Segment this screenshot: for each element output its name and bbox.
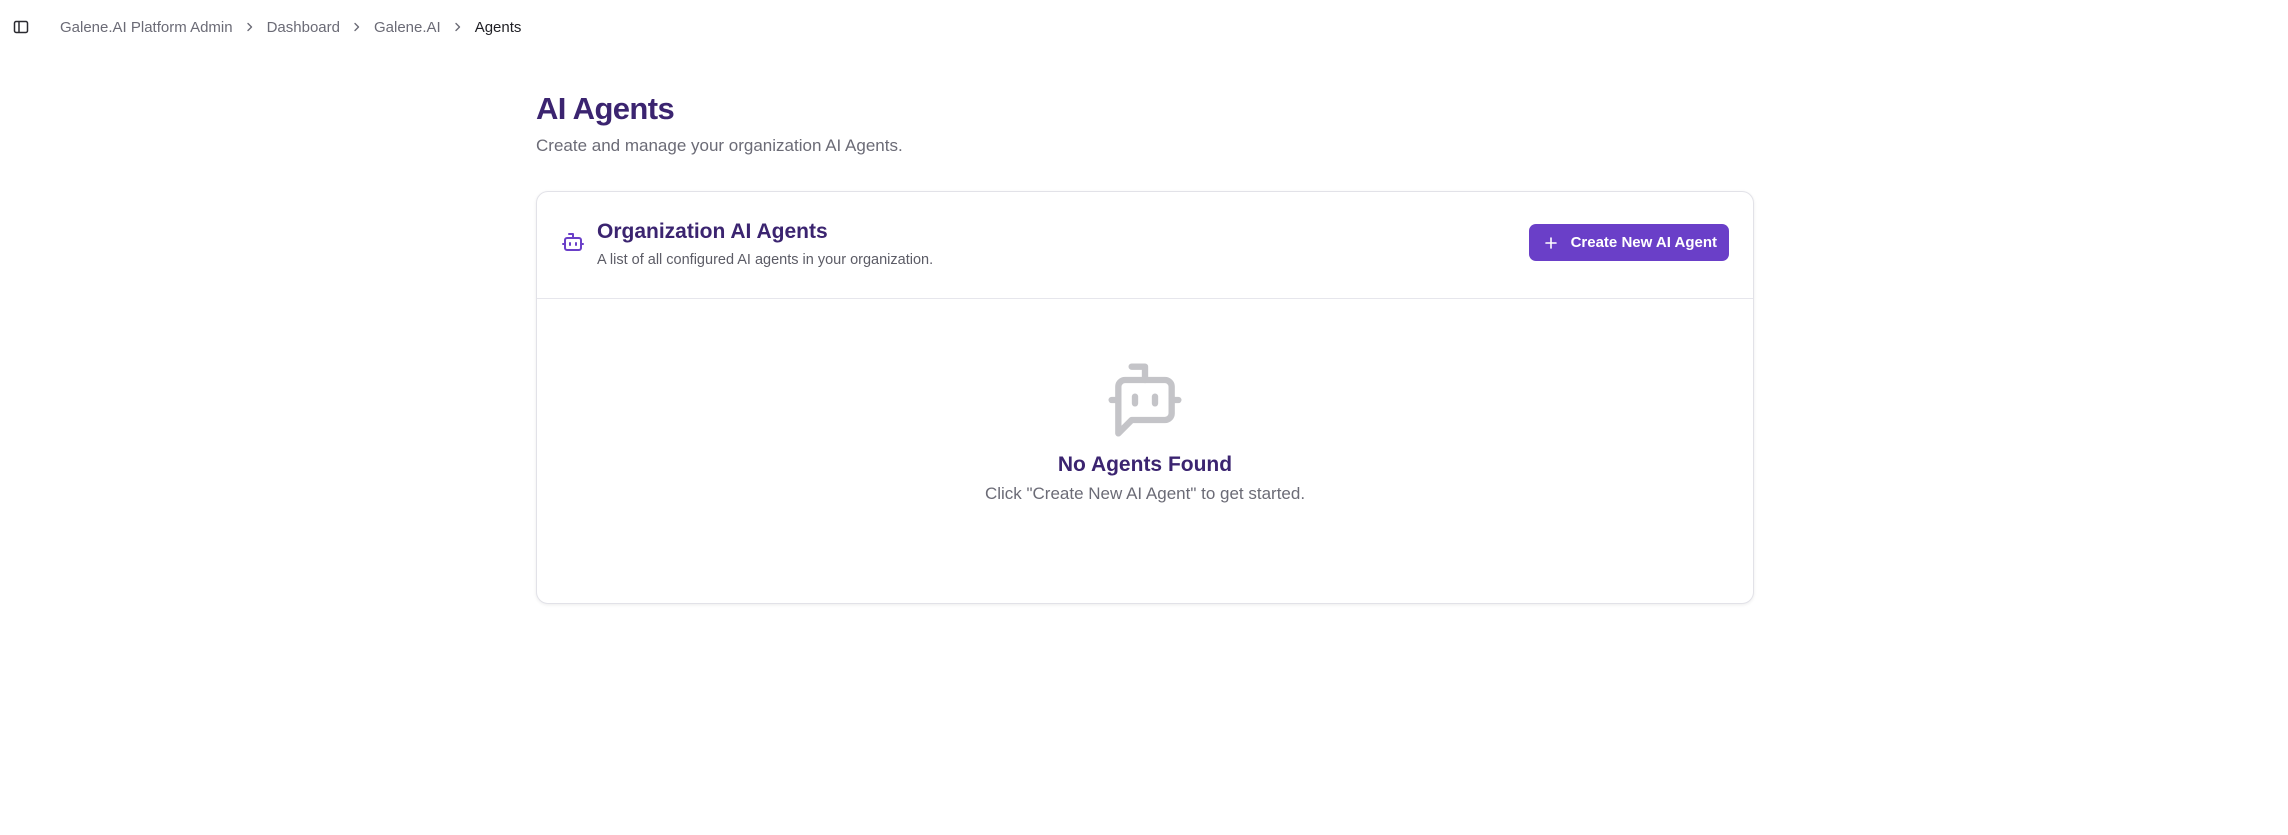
top-bar: Galene.AI Platform Admin Dashboard Galen… xyxy=(0,0,2288,54)
chevron-right-icon xyxy=(441,19,475,35)
empty-state: No Agents Found Click "Create New AI Age… xyxy=(537,298,1753,603)
breadcrumb-item-galene-ai[interactable]: Galene.AI xyxy=(374,19,441,36)
plus-icon xyxy=(1543,235,1559,251)
chevron-right-icon xyxy=(233,19,267,35)
chevron-right-icon xyxy=(340,19,374,35)
bot-message-icon xyxy=(1105,360,1185,440)
page-title: AI Agents xyxy=(536,91,675,126)
main-content: AI Agents Create and manage your organiz… xyxy=(536,88,1754,604)
sidebar-toggle-icon[interactable] xyxy=(11,17,31,37)
page-subtitle: Create and manage your organization AI A… xyxy=(536,136,903,155)
card-description: A list of all configured AI agents in yo… xyxy=(597,252,934,268)
card-header: Organization AI Agents A list of all con… xyxy=(537,192,1753,299)
agents-card: Organization AI Agents A list of all con… xyxy=(536,191,1754,604)
breadcrumb-item-dashboard[interactable]: Dashboard xyxy=(267,19,340,36)
breadcrumb: Galene.AI Platform Admin Dashboard Galen… xyxy=(60,0,521,54)
create-agent-button[interactable]: Create New AI Agent xyxy=(1528,224,1729,261)
empty-state-description: Click "Create New AI Agent" to get start… xyxy=(984,484,1306,503)
breadcrumb-item-platform-admin[interactable]: Galene.AI Platform Admin xyxy=(60,19,233,36)
card-title: Organization AI Agents xyxy=(597,220,828,243)
breadcrumb-current-page: Agents xyxy=(474,18,522,36)
create-agent-button-label: Create New AI Agent xyxy=(1570,234,1717,251)
bot-icon xyxy=(561,230,585,254)
empty-state-title: No Agents Found xyxy=(1057,453,1233,476)
